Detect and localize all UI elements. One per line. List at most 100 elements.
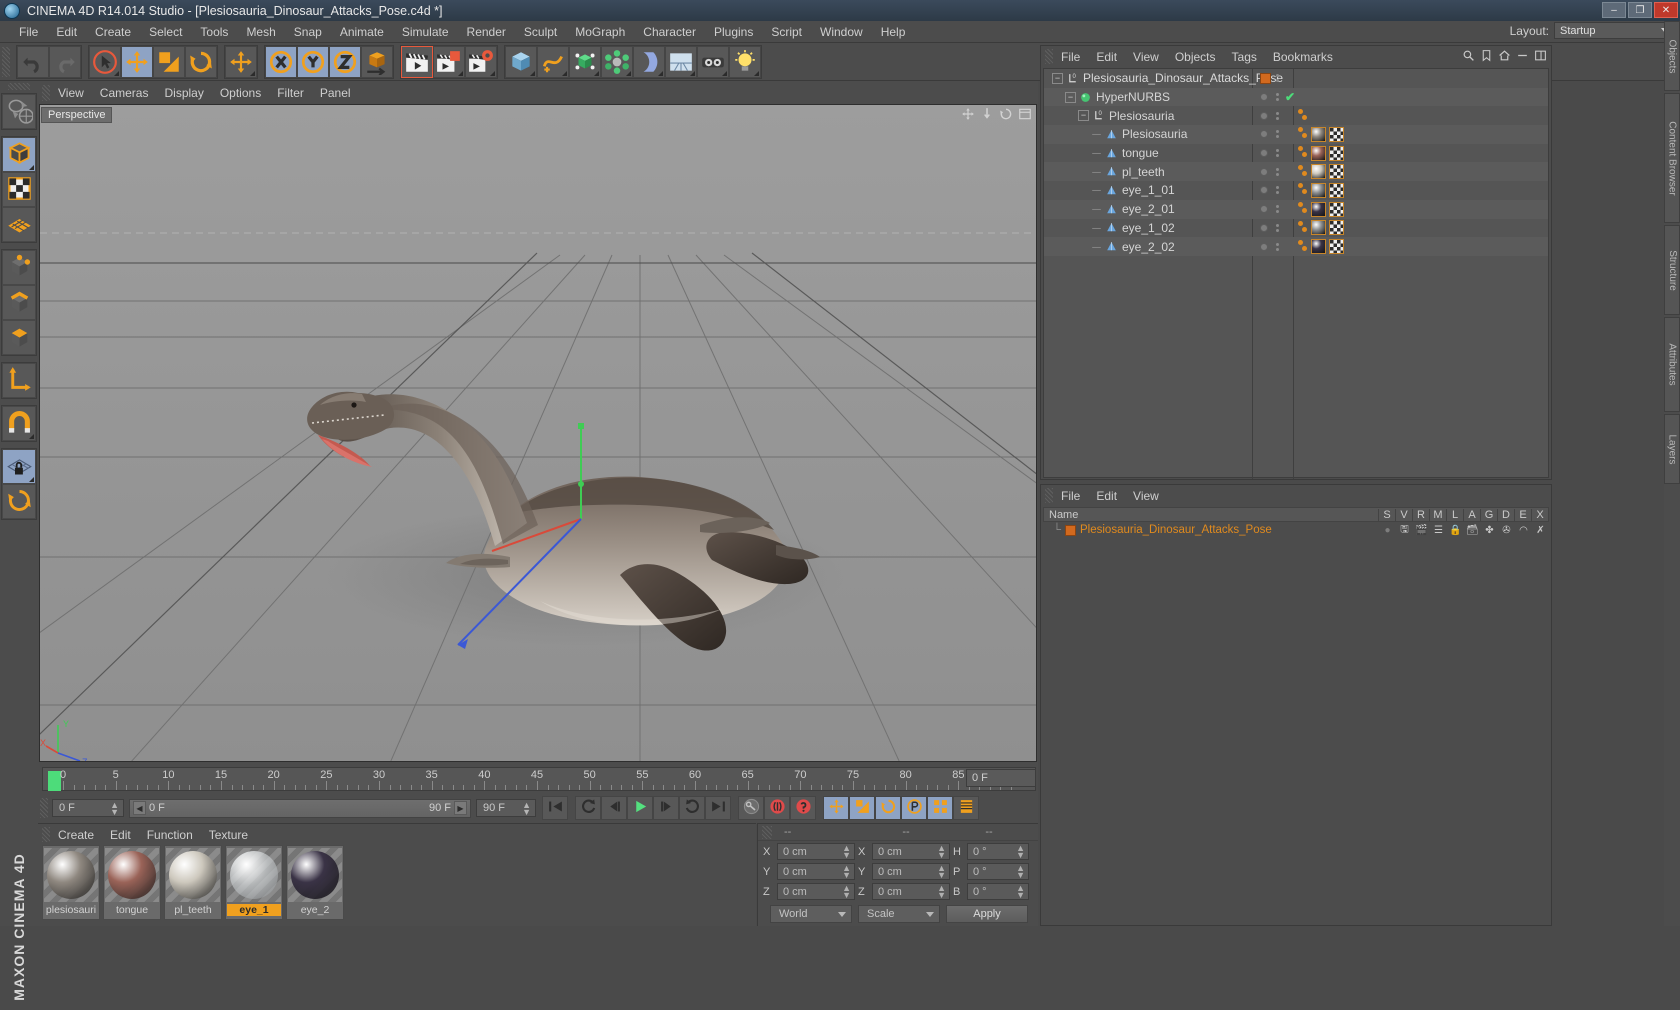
overflow-corner-icon[interactable] (658, 70, 663, 76)
layer-render-icon[interactable]: 🎬 (1413, 525, 1430, 536)
object-row[interactable]: − 0 Plesiosauria (1044, 106, 1548, 125)
hypernurbs-enabled-check[interactable]: ✔ (1285, 90, 1295, 104)
bookmark-icon[interactable] (1480, 49, 1493, 65)
coordinate-grip[interactable] (762, 825, 772, 839)
material-menu-function[interactable]: Function (139, 826, 201, 844)
timeline-frame-display[interactable]: 0 F (966, 769, 1036, 787)
spinner-icon[interactable]: ▲ ▼ (522, 801, 531, 817)
phong-tag-icon[interactable] (1298, 202, 1308, 216)
tree-expander[interactable]: − (1052, 72, 1063, 84)
material-menu-create[interactable]: Create (50, 826, 102, 844)
menu-item-mograph[interactable]: MoGraph (566, 23, 634, 41)
editor-visibility-dot[interactable] (1276, 223, 1279, 227)
phong-tag-icon[interactable] (1298, 164, 1308, 179)
coord-field-Z[interactable]: 0 cm ▲ ▼ (872, 883, 950, 900)
menu-item-animate[interactable]: Animate (331, 23, 393, 41)
material-menu-edit[interactable]: Edit (102, 826, 139, 844)
render-visibility-dot[interactable] (1276, 98, 1279, 102)
object-visibility-dots[interactable] (1260, 186, 1268, 195)
editor-render-dots[interactable] (1276, 223, 1279, 232)
spinner-icon[interactable]: ▲ ▼ (842, 864, 851, 880)
menu-item-select[interactable]: Select (140, 23, 191, 41)
record-active-objects-button[interactable] (738, 796, 764, 820)
editor-visibility-dot[interactable] (1276, 186, 1279, 190)
spinner-icon[interactable]: ▲ ▼ (1016, 884, 1025, 900)
editor-render-dots[interactable] (1276, 167, 1279, 176)
move-tool[interactable] (121, 45, 153, 78)
editor-render-dots[interactable] (1276, 74, 1279, 83)
phong-tag-icon[interactable] (1298, 183, 1308, 197)
phong-tag-icon[interactable] (1298, 220, 1308, 235)
lock-workplane-button[interactable] (2, 449, 36, 484)
render-to-picture-viewer-button[interactable] (433, 45, 465, 78)
layer-menu-edit[interactable]: Edit (1088, 487, 1125, 505)
object-row[interactable]: − HyperNURBS ✔ (1044, 87, 1548, 107)
zoom-icon[interactable] (980, 107, 994, 124)
object-visibility-dots[interactable] (1260, 149, 1268, 158)
object-visibility-dots[interactable] (1260, 167, 1268, 176)
select-tool[interactable] (89, 45, 121, 78)
render-visibility-dot[interactable] (1276, 79, 1279, 83)
redo-button[interactable] (49, 45, 81, 78)
viewport-navigation-tool[interactable] (2, 94, 36, 129)
object-row[interactable]: ─ eye_2_01 (1044, 199, 1548, 219)
overflow-corner-icon[interactable] (29, 434, 34, 439)
uvw-tag-icon[interactable] (1329, 164, 1344, 180)
layer-column-a[interactable]: A (1463, 508, 1480, 521)
layer-menu-file[interactable]: File (1053, 487, 1088, 505)
tree-expander[interactable]: − (1078, 110, 1089, 122)
add-camera-button[interactable] (697, 45, 729, 78)
layer-column-l[interactable]: L (1446, 508, 1463, 521)
coord-field-P[interactable]: 0 ° ▲ ▼ (967, 863, 1029, 880)
tree-expander[interactable]: − (1065, 91, 1076, 103)
overflow-corner-icon[interactable] (562, 70, 567, 76)
editor-visibility-dot[interactable] (1276, 111, 1279, 115)
add-light-button[interactable] (729, 45, 761, 78)
visibility-dot[interactable] (1260, 130, 1268, 139)
menu-item-window[interactable]: Window (811, 23, 872, 41)
render-visibility-dot[interactable] (1276, 172, 1279, 176)
layer-column-e[interactable]: E (1514, 508, 1531, 521)
material-menu-texture[interactable]: Texture (201, 826, 256, 844)
object-visibility-dots[interactable] (1260, 111, 1268, 120)
points-mode-button[interactable] (2, 250, 36, 285)
add-array-button[interactable] (601, 45, 633, 78)
texture-mode-button[interactable] (2, 172, 36, 207)
render-visibility-dot[interactable] (1276, 154, 1279, 158)
layout-dropdown[interactable]: Startup (1554, 22, 1674, 39)
spinner-icon[interactable]: ▲ ▼ (1016, 844, 1025, 860)
magnet-tool-button[interactable] (2, 406, 36, 441)
editor-render-dots[interactable] (1276, 149, 1279, 158)
layer-deformer-icon[interactable]: ✇ (1498, 525, 1515, 536)
visibility-dot[interactable] (1260, 149, 1268, 158)
phong-tag-icon[interactable] (1298, 108, 1308, 123)
menu-item-snap[interactable]: Snap (285, 23, 331, 41)
menu-item-edit[interactable]: Edit (47, 23, 86, 41)
range-end-handle[interactable]: ▶ (454, 801, 467, 815)
menu-item-help[interactable]: Help (872, 23, 915, 41)
menu-item-script[interactable]: Script (762, 23, 811, 41)
timeline-row-grip[interactable] (40, 798, 48, 818)
object-visibility-dots[interactable] (1260, 242, 1268, 251)
overflow-corner-icon[interactable] (114, 70, 119, 76)
layer-row[interactable]: └ Plesiosauria_Dinosaur_Attacks_Pose ● 🖫 🎬 ☰ 🔒… (1043, 522, 1549, 539)
material-cell[interactable]: plesiosauri (42, 845, 100, 920)
add-floor-button[interactable] (665, 45, 697, 78)
layer-column-d[interactable]: D (1497, 508, 1514, 521)
left-toolbar-grip[interactable] (8, 83, 30, 90)
overflow-corner-icon[interactable] (490, 70, 495, 76)
home-icon[interactable] (1498, 49, 1511, 65)
render-visibility-dot[interactable] (1276, 228, 1279, 232)
rotate-view-icon[interactable] (999, 107, 1013, 124)
layer-column-m[interactable]: M (1429, 508, 1446, 521)
spinner-icon[interactable]: ▲ ▼ (937, 844, 946, 860)
visibility-dot[interactable] (1260, 242, 1268, 251)
spinner-icon[interactable]: ▲ ▼ (842, 884, 851, 900)
editor-visibility-dot[interactable] (1276, 149, 1279, 153)
object-row[interactable]: ─ pl_teeth (1044, 162, 1548, 182)
uvw-tag-icon[interactable] (1329, 126, 1344, 142)
menu-item-simulate[interactable]: Simulate (393, 23, 458, 41)
uvw-tag-icon[interactable] (1329, 145, 1344, 161)
go-to-start-button[interactable] (542, 796, 568, 820)
editor-render-dots[interactable] (1276, 130, 1279, 139)
